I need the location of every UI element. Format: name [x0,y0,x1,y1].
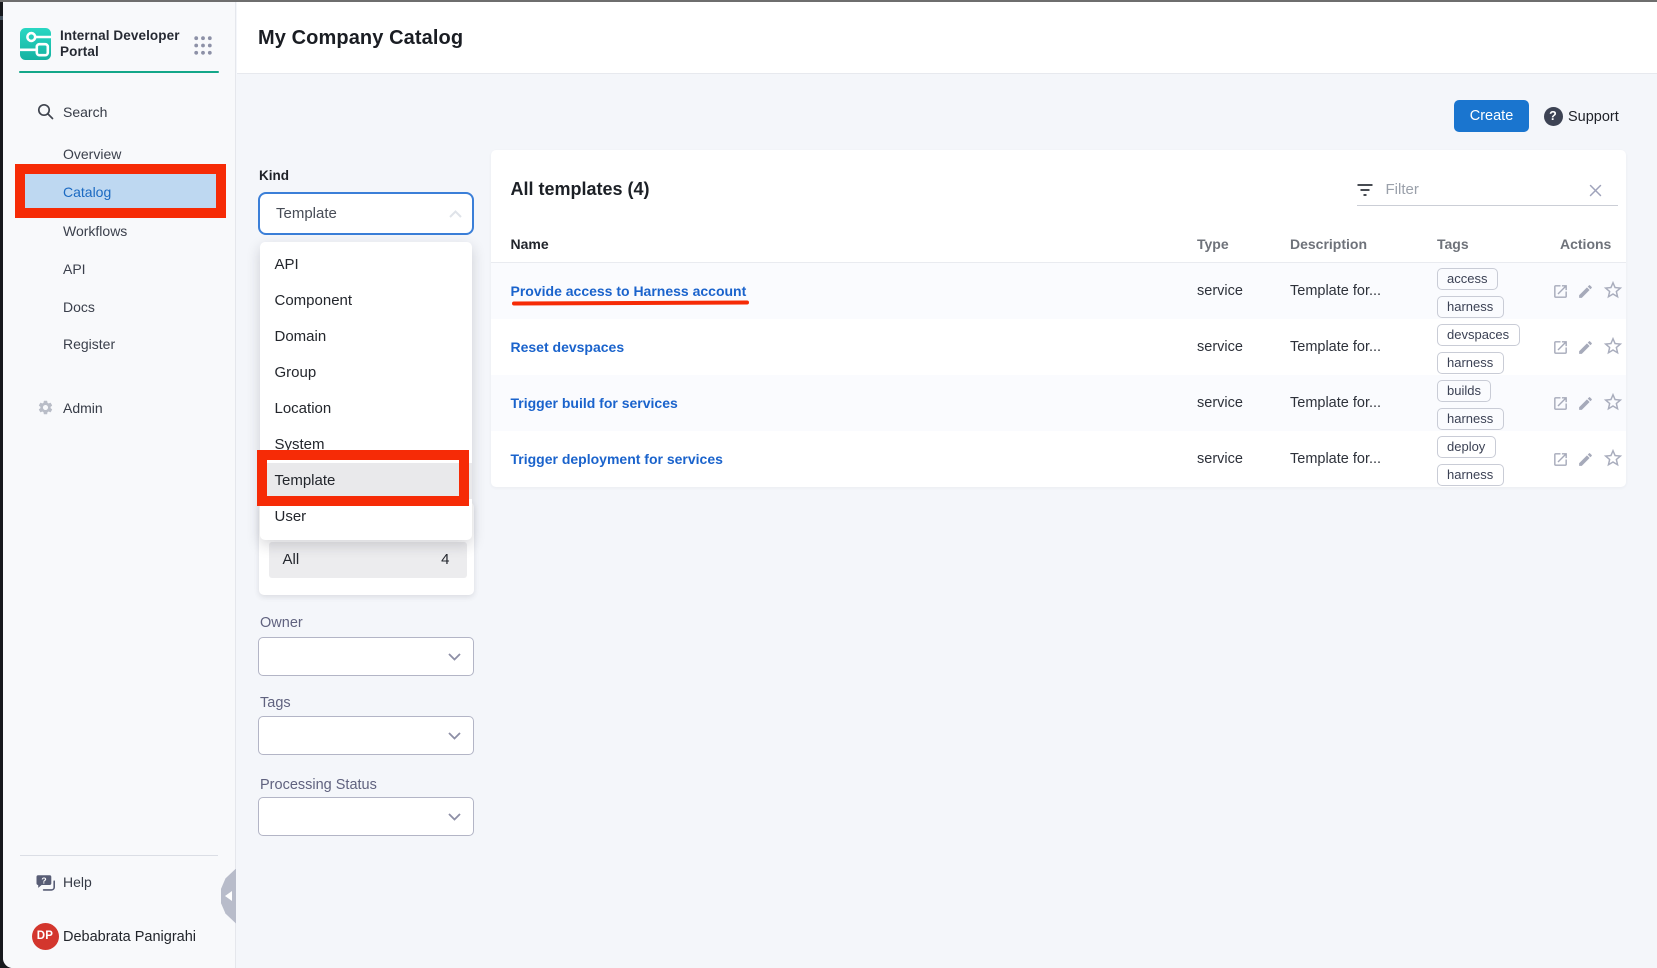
svg-text:?: ? [41,875,46,885]
